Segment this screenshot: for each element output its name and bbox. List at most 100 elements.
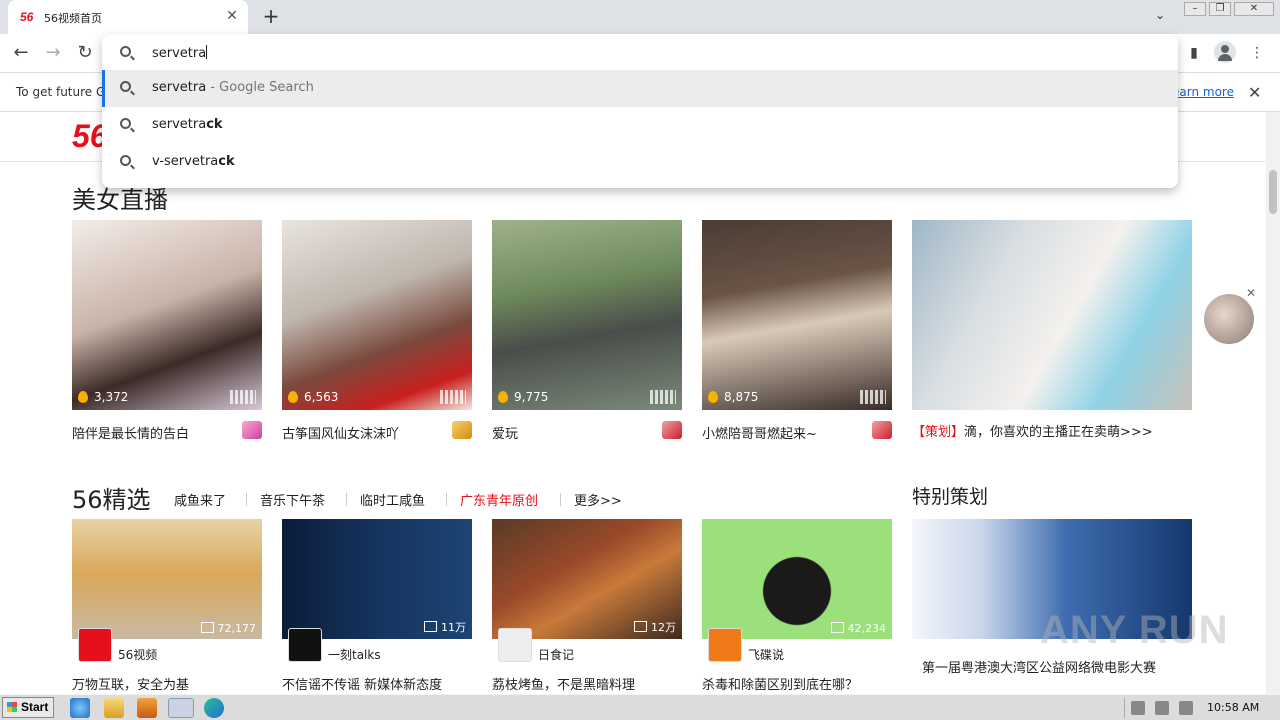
chrome-icon[interactable] xyxy=(168,698,194,718)
divider xyxy=(560,493,561,506)
live-card-caption[interactable]: 小燃陪哥哥燃起来~ xyxy=(702,423,817,442)
floating-live-avatar[interactable] xyxy=(1204,294,1254,344)
divider xyxy=(446,493,447,506)
reload-icon[interactable]: ↻ xyxy=(74,42,96,64)
scroll-thumb[interactable] xyxy=(1269,170,1277,214)
live-viewers-count: 9,775 xyxy=(498,390,548,404)
search-icon xyxy=(120,155,131,166)
video-thumbnail[interactable]: 11万 xyxy=(282,519,472,639)
suggestion-source: - Google Search xyxy=(206,80,314,95)
new-tab-button[interactable]: + xyxy=(260,6,282,28)
live-card-image[interactable]: 3,372 xyxy=(72,220,262,410)
search-icon xyxy=(120,118,131,129)
restore-button[interactable]: ❐ xyxy=(1209,2,1231,16)
live-card-caption[interactable]: 陪伴是最长情的告白 xyxy=(72,423,189,442)
signal-bars-icon xyxy=(860,390,886,404)
diamond-badge-icon xyxy=(242,421,262,439)
promo-tag: 【策划】 xyxy=(912,425,965,440)
close-window-button[interactable]: ✕ xyxy=(1234,2,1274,16)
sub-tab[interactable]: 临时工咸鱼 xyxy=(360,490,425,509)
more-link[interactable]: 更多>> xyxy=(574,490,622,509)
edge-icon[interactable] xyxy=(204,698,224,718)
video-title[interactable]: 荔枝烤鱼，不是黑暗料理 xyxy=(492,674,635,693)
video-thumbnail[interactable]: 72,177 xyxy=(72,519,262,639)
suggestion-completion: ck xyxy=(218,154,235,169)
tab-56-home[interactable]: 56 56视频首页 ✕ xyxy=(8,0,248,34)
info-bar-text: To get future G xyxy=(16,85,106,99)
live-card-image[interactable]: 6,563 xyxy=(282,220,472,410)
network-icon[interactable] xyxy=(1155,701,1169,715)
channel-name[interactable]: 日食记 xyxy=(538,646,574,663)
floating-close-icon[interactable]: ✕ xyxy=(1246,286,1256,300)
promo-caption[interactable]: 【策划】滴，你喜欢的主播正在卖萌>>> xyxy=(912,421,1153,440)
omnibox-dropdown: servetra servetra - Google Search servet… xyxy=(102,34,1178,188)
channel-name[interactable]: 一刻talks xyxy=(328,646,381,663)
suggestion-google-search[interactable]: servetra - Google Search xyxy=(102,70,1178,107)
tab-strip: 56 56视频首页 ✕ + ⌄ – ❐ ✕ xyxy=(0,0,1280,34)
signal-bars-icon xyxy=(230,390,256,404)
live-card-image[interactable]: 8,875 xyxy=(702,220,892,410)
clock: 10:58 AM xyxy=(1207,701,1260,714)
crown-badge-icon xyxy=(452,421,472,439)
profile-avatar-icon[interactable] xyxy=(1214,41,1236,63)
sub-tab-active[interactable]: 广东青年原创 xyxy=(460,490,538,509)
signal-bars-icon xyxy=(650,390,676,404)
tab-favicon: 56 xyxy=(20,10,34,24)
tab-close-icon[interactable]: ✕ xyxy=(224,8,240,24)
forward-icon[interactable]: → xyxy=(42,42,64,64)
video-title[interactable]: 杀毒和除菌区别到底在哪？ xyxy=(702,674,858,693)
signal-bars-icon xyxy=(440,390,466,404)
watermark: ANY RUN xyxy=(1040,608,1229,652)
start-button[interactable]: Start xyxy=(2,697,54,718)
suggestion-query: servetra xyxy=(152,80,207,95)
channel-logo[interactable] xyxy=(498,628,532,662)
channel-name[interactable]: 56视频 xyxy=(118,646,157,663)
learn-more-link[interactable]: earn more xyxy=(1172,85,1234,99)
live-viewers-count: 3,372 xyxy=(78,390,128,404)
play-count: 72,177 xyxy=(201,622,257,635)
play-count: 12万 xyxy=(634,619,676,635)
video-thumbnail[interactable]: 42,234 xyxy=(702,519,892,639)
tab-search-chevron-icon[interactable]: ⌄ xyxy=(1150,8,1170,26)
suggestion-item[interactable]: servetrack xyxy=(102,107,1178,144)
sub-tab[interactable]: 咸鱼来了 xyxy=(174,490,226,509)
live-card-caption[interactable]: 爱玩 xyxy=(492,423,518,442)
taskbar: Start 10:58 AM xyxy=(0,694,1280,720)
channel-logo[interactable] xyxy=(78,628,112,662)
omnibox-value[interactable]: servetra xyxy=(152,45,208,61)
suggestion-completion: ck xyxy=(206,117,223,132)
video-thumbnail[interactable]: 12万 xyxy=(492,519,682,639)
sub-tab[interactable]: 音乐下午茶 xyxy=(260,490,325,509)
tab-title: 56视频首页 xyxy=(44,12,102,25)
divider xyxy=(346,493,347,506)
promo-image[interactable] xyxy=(912,220,1192,410)
media-player-icon[interactable] xyxy=(137,698,157,718)
suggestion-text: servetrack xyxy=(152,117,223,132)
special-caption[interactable]: 第一届粤港澳大湾区公益网络微电影大赛 xyxy=(922,657,1156,676)
video-title[interactable]: 不信谣不传谣 新媒体新态度 xyxy=(282,674,442,693)
info-bar-close-icon[interactable]: ✕ xyxy=(1248,83,1261,102)
play-count: 42,234 xyxy=(831,622,887,635)
back-icon[interactable]: ← xyxy=(10,42,32,64)
channel-logo[interactable] xyxy=(288,628,322,662)
minimize-button[interactable]: – xyxy=(1184,2,1206,16)
side-panel-icon[interactable]: ▮ xyxy=(1183,42,1205,64)
channel-logo[interactable] xyxy=(708,628,742,662)
crown-badge-icon xyxy=(662,421,682,439)
menu-kebab-icon[interactable]: ⋮ xyxy=(1246,42,1268,64)
special-section-title: 特别策划 xyxy=(912,486,989,508)
live-card-image[interactable]: 9,775 xyxy=(492,220,682,410)
flag-icon[interactable] xyxy=(1179,701,1193,715)
omnibox-input[interactable]: servetra xyxy=(102,34,1178,70)
omnibox-input-text: servetra xyxy=(152,46,207,61)
system-tray: 10:58 AM xyxy=(1124,698,1278,718)
volume-icon[interactable] xyxy=(1131,701,1145,715)
suggestion-item[interactable]: v-servetrack xyxy=(102,144,1178,181)
live-viewers-count: 6,563 xyxy=(288,390,338,404)
ie-icon[interactable] xyxy=(70,698,90,718)
live-card-caption[interactable]: 古筝国风仙女沫沫吖 xyxy=(282,423,399,442)
explorer-icon[interactable] xyxy=(104,698,124,718)
page-scrollbar[interactable] xyxy=(1266,112,1280,694)
channel-name[interactable]: 飞碟说 xyxy=(748,646,784,663)
video-title[interactable]: 万物互联，安全为基 xyxy=(72,674,189,693)
